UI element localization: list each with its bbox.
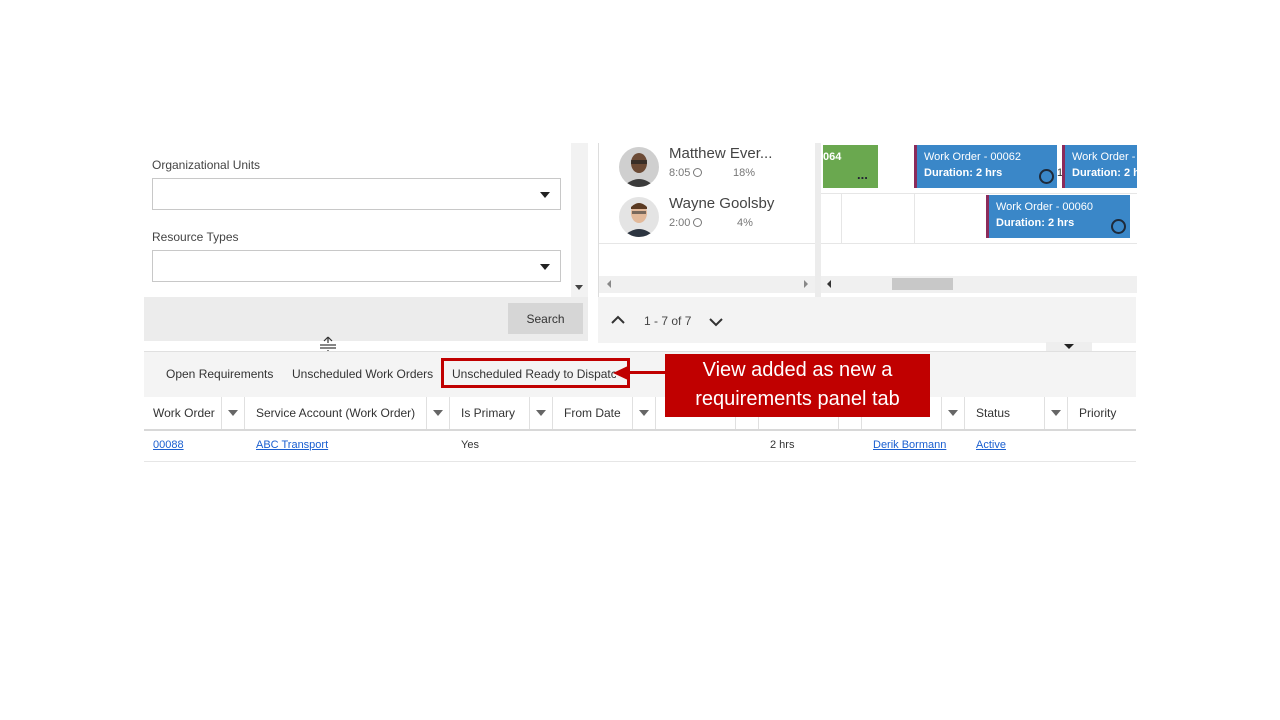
resource-utilization: 4% <box>737 217 753 229</box>
time-value: 8:05 <box>669 167 691 179</box>
scroll-left-icon[interactable] <box>607 280 611 288</box>
avatar <box>619 197 659 237</box>
duration-value: 2 hrs <box>770 439 795 451</box>
chevron-down-icon[interactable] <box>708 317 724 327</box>
column-header-is-primary[interactable]: Is Primary <box>461 406 515 420</box>
column-menu[interactable] <box>426 397 450 429</box>
resource-name: Wayne Goolsby <box>669 195 775 212</box>
pane-splitter[interactable] <box>815 143 821 297</box>
column-header-status[interactable]: Status <box>976 406 1010 420</box>
booking-block[interactable]: Work Order - 00062 Duration: 2 hrs <box>914 145 1057 188</box>
more-icon[interactable]: ... <box>857 167 868 182</box>
tab-open-requirements[interactable]: Open Requirements <box>166 367 273 381</box>
booking-block[interactable]: 064 ... <box>823 145 878 188</box>
column-menu[interactable] <box>221 397 245 429</box>
callout-box: View added as new a requirements panel t… <box>665 354 930 417</box>
chevron-down-icon <box>540 192 550 198</box>
scroll-thumb[interactable] <box>892 278 953 290</box>
chevron-down-icon <box>540 264 550 270</box>
column-header-work-order[interactable]: Work Order <box>153 406 215 420</box>
chevron-down-icon <box>1051 410 1061 416</box>
resource-types-dropdown[interactable] <box>152 250 561 282</box>
filter-scrollbar[interactable] <box>571 143 588 297</box>
table-row[interactable]: 00088 ABC Transport Yes 2 hrs Derik Borm… <box>144 431 1136 462</box>
booking-duration: Duration: 2 hrs <box>996 217 1075 229</box>
callout-line-2: requirements panel tab <box>695 388 900 410</box>
work-order-link[interactable]: 00088 <box>153 439 184 451</box>
booking-block[interactable]: Work Order - Duration: 2 h <box>1062 145 1137 188</box>
booking-duration: Duration: 2 hrs <box>924 167 1003 179</box>
chevron-down-icon <box>433 410 443 416</box>
collapse-toggle[interactable] <box>1046 342 1092 351</box>
booking-block[interactable]: Work Order - 00060 Duration: 2 hrs <box>986 195 1130 238</box>
resource-row[interactable]: Matthew Ever... 8:05 18% <box>599 143 815 194</box>
collapse-icon[interactable] <box>1064 344 1074 349</box>
column-menu[interactable] <box>632 397 656 429</box>
resource-row[interactable]: Wayne Goolsby 2:00 4% <box>599 193 815 244</box>
org-units-label: Organizational Units <box>152 158 261 172</box>
scroll-right-icon[interactable] <box>804 280 808 288</box>
status-link[interactable]: Active <box>976 439 1006 451</box>
booking-title: Work Order - 00062 <box>924 151 1022 163</box>
resource-hscrollbar[interactable] <box>599 276 815 293</box>
chevron-down-icon <box>536 410 546 416</box>
resource-types-label: Resource Types <box>152 230 239 244</box>
scroll-down-icon[interactable] <box>575 285 583 290</box>
is-primary-value: Yes <box>461 439 479 451</box>
column-menu[interactable] <box>529 397 553 429</box>
filter-pane: Organizational Units Resource Types <box>144 143 588 297</box>
search-button[interactable]: Search <box>508 303 583 334</box>
tab-highlight-box <box>441 358 630 388</box>
callout-line-1: View added as new a <box>702 359 893 381</box>
column-menu[interactable] <box>1044 397 1068 429</box>
booking-duration: Duration: 2 h <box>1072 167 1137 179</box>
requirements-grid-header: Work Order Service Account (Work Order) … <box>144 397 1136 431</box>
time-divider <box>841 193 842 243</box>
column-header-from-date[interactable]: From Date <box>564 406 621 420</box>
resource-name: Matthew Ever... <box>669 145 773 162</box>
tab-unscheduled-work-orders[interactable]: Unscheduled Work Orders <box>292 367 433 381</box>
row-divider <box>821 243 1137 244</box>
booking-id: 064 <box>823 151 842 163</box>
pager-text: 1 - 7 of 7 <box>644 314 692 328</box>
booking-title: Work Order - <box>1072 151 1136 163</box>
chevron-down-icon <box>948 410 958 416</box>
column-menu[interactable] <box>941 397 965 429</box>
resource-time: 2:00 <box>669 217 703 229</box>
avatar <box>619 147 659 187</box>
org-units-dropdown[interactable] <box>152 178 561 210</box>
owner-link[interactable]: Derik Bormann <box>873 439 946 451</box>
resource-time: 8:05 <box>669 167 703 179</box>
requirements-tabs: Open Requirements Unscheduled Work Order… <box>144 351 1136 398</box>
column-header-service-account[interactable]: Service Account (Work Order) <box>256 406 415 420</box>
clock-icon <box>693 168 703 177</box>
chevron-down-icon <box>639 410 649 416</box>
clock-icon <box>1039 169 1054 184</box>
scroll-left-icon[interactable] <box>827 280 831 288</box>
booking-title: Work Order - 00060 <box>996 201 1094 213</box>
row-divider <box>821 193 1137 194</box>
timeline-hscrollbar[interactable] <box>821 276 1137 293</box>
time-divider <box>914 193 915 243</box>
chevron-down-icon <box>228 410 238 416</box>
callout-arrow-line <box>630 371 665 374</box>
clock-icon <box>693 218 703 227</box>
time-value: 2:00 <box>669 217 691 229</box>
callout-arrow-icon <box>613 365 630 381</box>
resource-utilization: 18% <box>733 167 756 179</box>
resource-pager: 1 - 7 of 7 <box>598 297 1136 343</box>
chevron-up-icon[interactable] <box>610 315 626 325</box>
column-header-priority[interactable]: Priority <box>1079 406 1116 420</box>
clock-icon <box>1111 219 1126 234</box>
service-account-link[interactable]: ABC Transport <box>256 439 328 451</box>
